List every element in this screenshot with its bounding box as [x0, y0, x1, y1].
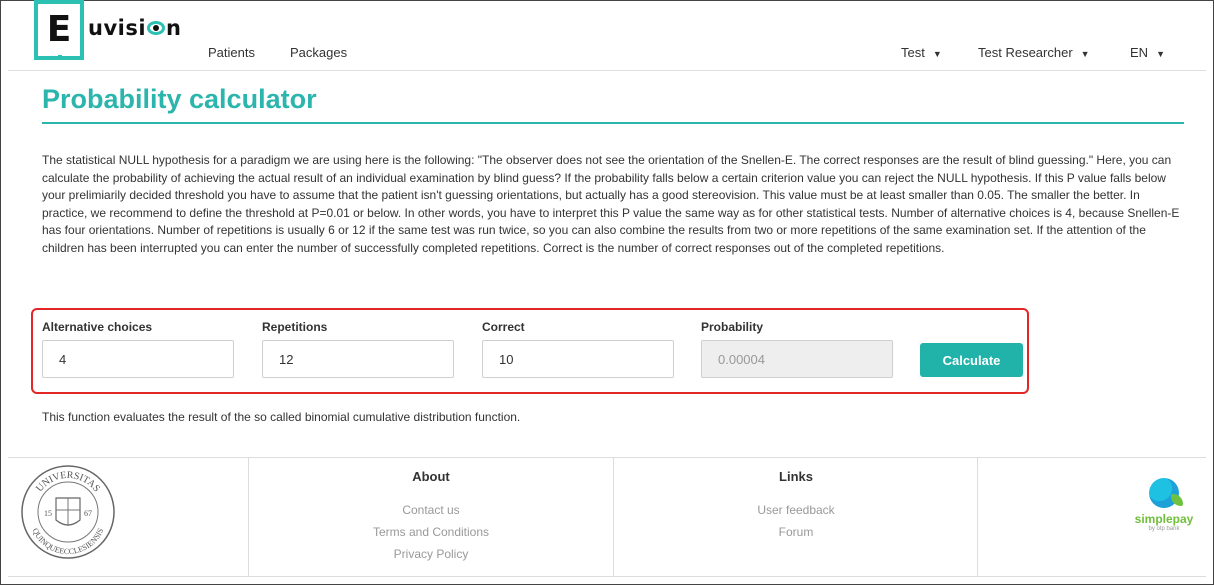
simplepay-logo[interactable]: simplepay by otp bank — [1130, 478, 1198, 564]
nav-user-dropdown[interactable]: Test Researcher ▼ — [978, 45, 1090, 60]
nav-patients[interactable]: Patients — [208, 45, 255, 60]
footer-terms-link[interactable]: Terms and Conditions — [248, 525, 614, 539]
euvision-logo[interactable]: E uvisi n — [34, 0, 198, 60]
caret-down-icon: ▼ — [1080, 49, 1090, 59]
alternative-choices-label: Alternative choices — [42, 320, 153, 334]
simplepay-icon — [1149, 478, 1183, 508]
university-seal-logo[interactable]: UNIVERSITAS QUINQUEECCLESIENSIS 15 67 — [20, 464, 116, 560]
probability-output — [701, 340, 893, 378]
calculate-button[interactable]: Calculate — [920, 343, 1023, 377]
repetitions-input[interactable] — [262, 340, 454, 378]
eye-icon — [147, 21, 166, 35]
logo-box: E — [34, 0, 84, 60]
title-underline — [42, 122, 1184, 124]
correct-input[interactable] — [482, 340, 674, 378]
caret-down-icon: ▼ — [1156, 49, 1165, 59]
probability-label: Probability — [701, 320, 764, 334]
alternative-choices-input[interactable] — [42, 340, 234, 378]
footer-bottom-rule — [8, 576, 1206, 577]
repetitions-label: Repetitions — [262, 320, 328, 334]
footer-forum-link[interactable]: Forum — [613, 525, 979, 539]
page-title: Probability calculator — [42, 84, 317, 114]
logo-text: uvisi n — [88, 16, 182, 40]
correct-label: Correct — [482, 320, 525, 334]
intro-paragraph: The statistical NULL hypothesis for a pa… — [42, 153, 1180, 255]
function-note: This function evaluates the result of th… — [42, 410, 521, 424]
footer-links-heading: Links — [779, 469, 813, 484]
footer-privacy-link[interactable]: Privacy Policy — [248, 547, 614, 561]
footer-about-heading: About — [412, 469, 450, 484]
seal-year-left: 15 — [44, 509, 52, 518]
footer-contact-link[interactable]: Contact us — [248, 503, 614, 517]
nav-test-dropdown[interactable]: Test ▼ — [901, 45, 942, 60]
nav-language-dropdown[interactable]: EN ▼ — [1130, 45, 1165, 60]
caret-down-icon: ▼ — [932, 49, 942, 59]
seal-year-right: 67 — [84, 509, 92, 518]
footer-feedback-link[interactable]: User feedback — [613, 503, 979, 517]
logo-letter: E — [46, 9, 72, 50]
nav-packages[interactable]: Packages — [290, 45, 347, 60]
